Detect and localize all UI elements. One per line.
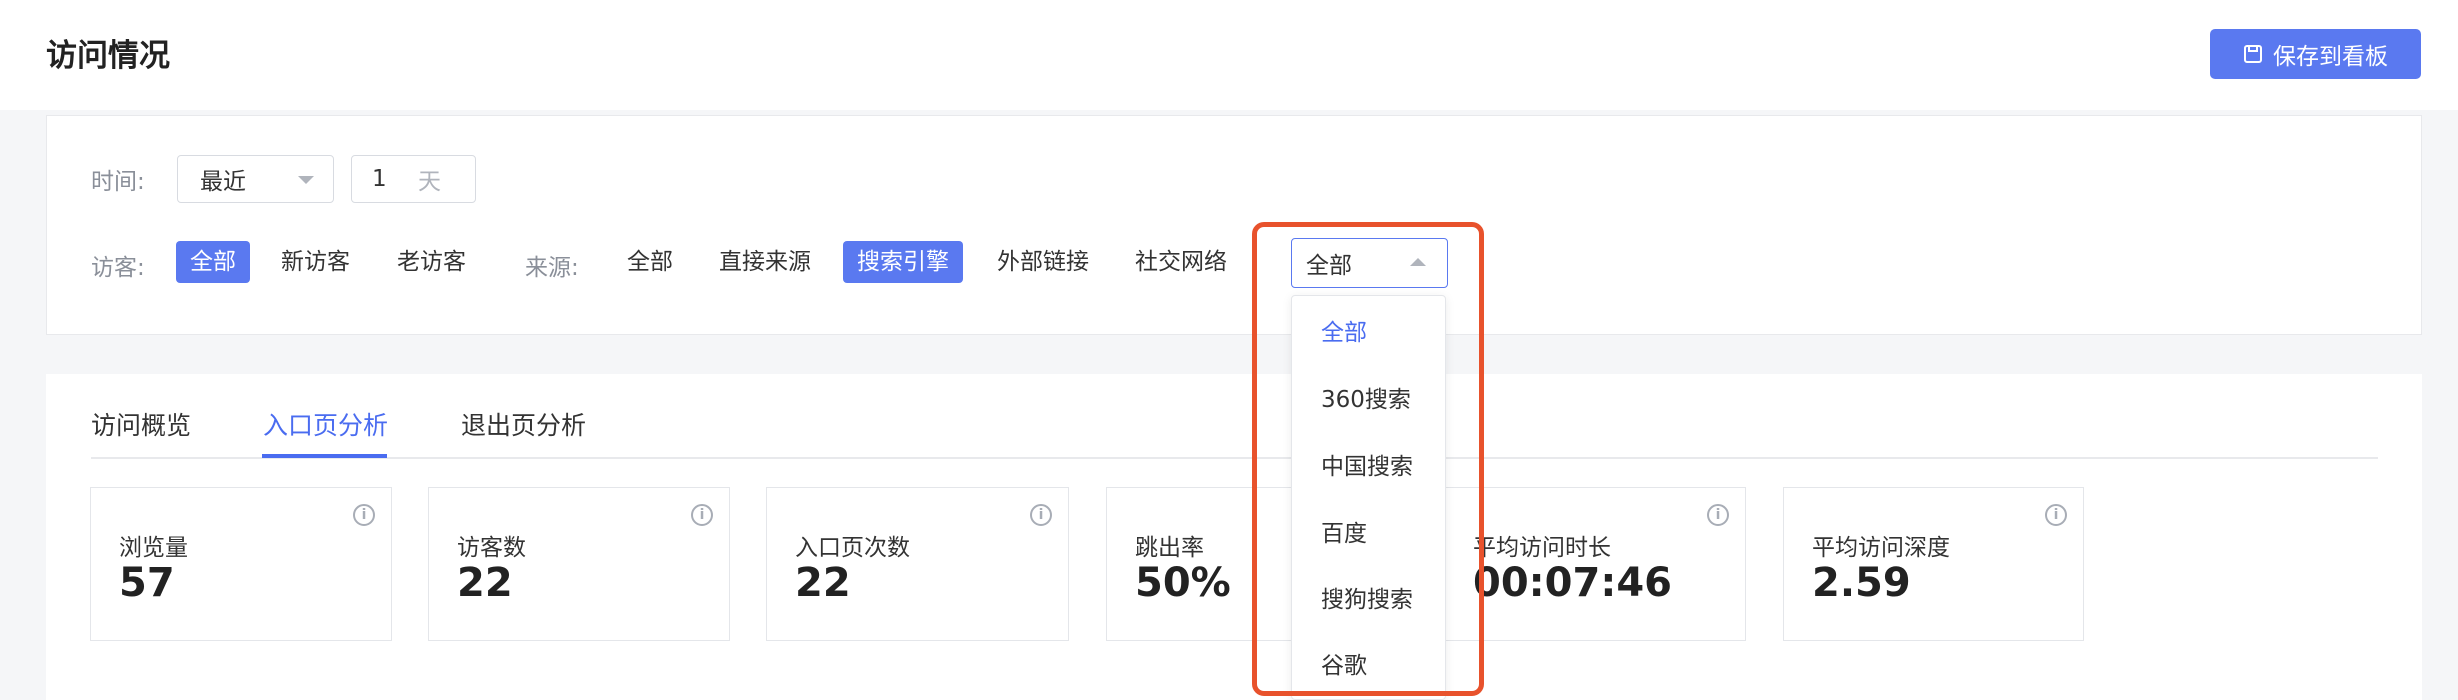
dropdown-option-all[interactable]: 全部 [1321,313,1367,347]
source-option-external-link[interactable]: 外部链接 [983,241,1103,283]
source-option-social[interactable]: 社交网络 [1121,241,1241,283]
visitor-label: 访客: [91,255,145,281]
time-value-input[interactable]: 1 天 [351,155,476,203]
metric-card-entries: 入口页次数 22 i [766,487,1069,641]
chevron-down-icon [298,176,314,184]
metric-card-pageviews: 浏览量 57 i [90,487,392,641]
info-icon[interactable]: i [353,504,375,526]
source-option-direct[interactable]: 直接来源 [705,241,825,283]
info-icon[interactable]: i [1030,504,1052,526]
metric-value: 50% [1135,560,1231,606]
search-engine-dropdown: 全部 360搜索 中国搜索 百度 搜狗搜索 谷歌 [1291,295,1446,700]
metric-value: 57 [119,560,175,606]
metric-value: 2.59 [1812,560,1911,606]
metric-value: 22 [457,560,513,606]
save-button-label: 保存到看板 [2273,44,2388,70]
visitor-option-new[interactable]: 新访客 [267,241,364,283]
metric-label: 跳出率 [1135,535,1204,561]
visitor-option-all[interactable]: 全部 [176,241,250,283]
search-engine-value: 全部 [1306,253,1352,279]
source-label: 来源: [525,255,579,281]
metric-label: 入口页次数 [795,535,910,561]
time-range-value: 最近 [200,169,246,195]
metric-label: 浏览量 [119,535,188,561]
filter-panel: 时间: 最近 1 天 访客: 全部 新访客 老访客 来源: 全部 直接来源 搜索… [46,115,2422,335]
save-to-dashboard-button[interactable]: 保存到看板 [2210,29,2421,79]
time-unit: 天 [418,169,441,195]
metric-value: 22 [795,560,851,606]
chevron-up-icon [1410,258,1426,266]
tab-visit-overview[interactable]: 访问概览 [91,406,191,442]
source-option-all[interactable]: 全部 [613,241,687,283]
dropdown-option-google[interactable]: 谷歌 [1321,646,1367,680]
page-title: 访问情况 [46,38,170,74]
metric-label: 访客数 [457,535,526,561]
metric-card-avg-depth: 平均访问深度 2.59 i [1783,487,2084,641]
metric-label: 平均访问时长 [1473,535,1611,561]
info-icon[interactable]: i [2045,504,2067,526]
search-engine-select[interactable]: 全部 [1291,238,1448,288]
dropdown-option-chinaso[interactable]: 中国搜索 [1321,447,1413,481]
info-icon[interactable]: i [691,504,713,526]
save-icon [2244,45,2262,63]
time-label: 时间: [91,169,145,195]
metric-value: 00:07:46 [1473,560,1672,606]
active-tab-indicator [262,454,387,458]
page-header: 访问情况 保存到看板 [0,0,2458,110]
info-icon[interactable]: i [1707,504,1729,526]
dropdown-option-sogou[interactable]: 搜狗搜索 [1321,580,1413,614]
analysis-content: 访问概览 入口页分析 退出页分析 浏览量 57 i 访客数 22 i 入口页次数… [46,374,2422,700]
metric-label: 平均访问深度 [1812,535,1950,561]
tab-exit-page-analysis[interactable]: 退出页分析 [461,406,586,442]
tabs-divider [91,457,2378,459]
metric-card-avg-duration: 平均访问时长 00:07:46 i [1444,487,1746,641]
metric-card-visitors: 访客数 22 i [428,487,730,641]
dropdown-option-baidu[interactable]: 百度 [1321,514,1367,548]
dropdown-option-360[interactable]: 360搜索 [1321,380,1411,414]
source-option-search-engine[interactable]: 搜索引擎 [843,241,963,283]
tab-entry-page-analysis[interactable]: 入口页分析 [263,406,388,442]
time-value: 1 [372,166,387,192]
visitor-option-returning[interactable]: 老访客 [383,241,480,283]
time-range-select[interactable]: 最近 [177,155,334,203]
